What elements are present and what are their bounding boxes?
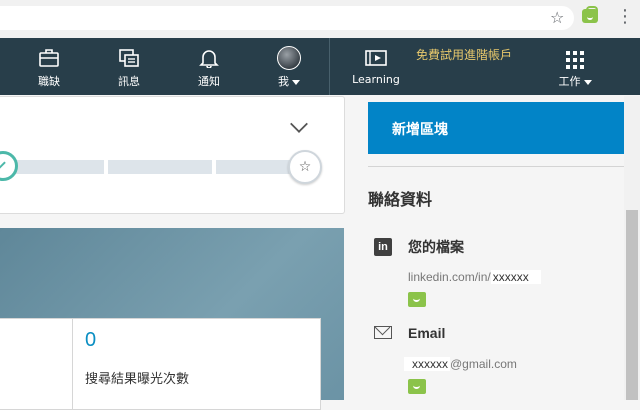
- top-navigation: 職缺 訊息 通知 我 Learning 免費試用進階帳戶 工作: [0, 38, 640, 95]
- nav-label-learning: Learning: [352, 73, 400, 86]
- stats-card: 0 搜尋結果曝光次數: [0, 318, 321, 410]
- bell-icon: [199, 50, 219, 68]
- nav-label-me: 我: [259, 73, 319, 89]
- browser-menu-icon[interactable]: ⋮: [616, 7, 634, 27]
- scrollbar-thumb[interactable]: [626, 210, 638, 400]
- stats-divider: [72, 319, 73, 409]
- progress-segment: [216, 160, 292, 174]
- nav-item-me[interactable]: 我: [259, 38, 319, 95]
- scrollbar[interactable]: [624, 96, 640, 400]
- nav-divider: [329, 38, 330, 95]
- premium-trial-link[interactable]: 免費試用進階帳戶: [416, 46, 512, 63]
- divider: [368, 166, 624, 167]
- browser-toolbar: ☆ ⋮: [0, 0, 640, 39]
- progress-segment: [108, 160, 212, 174]
- star-circle-icon: ☆: [288, 150, 322, 184]
- grid-icon: [566, 51, 584, 69]
- mail-icon: [374, 326, 392, 339]
- briefcase-icon: [39, 49, 59, 67]
- contact-info-title: 聯絡資料: [368, 190, 433, 209]
- nav-label-work: 工作: [545, 73, 605, 89]
- add-section-label: 新增區塊: [392, 122, 448, 138]
- caret-down-icon: [583, 79, 592, 85]
- search-appearances-count[interactable]: 0: [85, 329, 96, 352]
- nav-item-work[interactable]: 工作: [545, 38, 605, 95]
- caret-down-icon: [292, 79, 300, 85]
- search-appearances-label[interactable]: 搜尋結果曝光次數: [85, 368, 189, 387]
- extension-shopping-bag-icon[interactable]: [408, 292, 426, 307]
- learning-icon: [365, 50, 387, 66]
- messages-icon: [119, 49, 139, 67]
- extension-shopping-bag-icon[interactable]: [408, 379, 426, 394]
- profile-label: 您的檔案: [408, 240, 464, 256]
- nav-item-messages[interactable]: 訊息: [99, 38, 159, 95]
- nav-item-notifications[interactable]: 通知: [179, 38, 239, 95]
- nav-label-messages: 訊息: [118, 75, 140, 88]
- nav-label-notifications: 通知: [198, 75, 220, 88]
- nav-label-jobs: 職缺: [38, 75, 60, 88]
- address-bar[interactable]: [0, 6, 574, 30]
- avatar: [277, 46, 301, 70]
- linkedin-icon: in: [374, 238, 392, 256]
- extension-shopping-bag-icon[interactable]: [582, 6, 598, 23]
- nav-item-learning[interactable]: Learning: [346, 38, 406, 95]
- bookmark-star-icon[interactable]: ☆: [550, 8, 564, 28]
- add-section-button[interactable]: 新增區塊: [368, 102, 624, 154]
- chevron-down-icon[interactable]: [290, 115, 308, 133]
- email-value[interactable]: xxxxxx @gmail.com: [404, 357, 517, 371]
- right-sidebar: 新增區塊 聯絡資料 in 您的檔案 linkedin.com/in/xxxxxx…: [360, 96, 624, 400]
- email-label: Email: [408, 325, 446, 341]
- profile-url[interactable]: linkedin.com/in/xxxxxx: [408, 270, 541, 284]
- nav-item-jobs[interactable]: 職缺: [19, 38, 79, 95]
